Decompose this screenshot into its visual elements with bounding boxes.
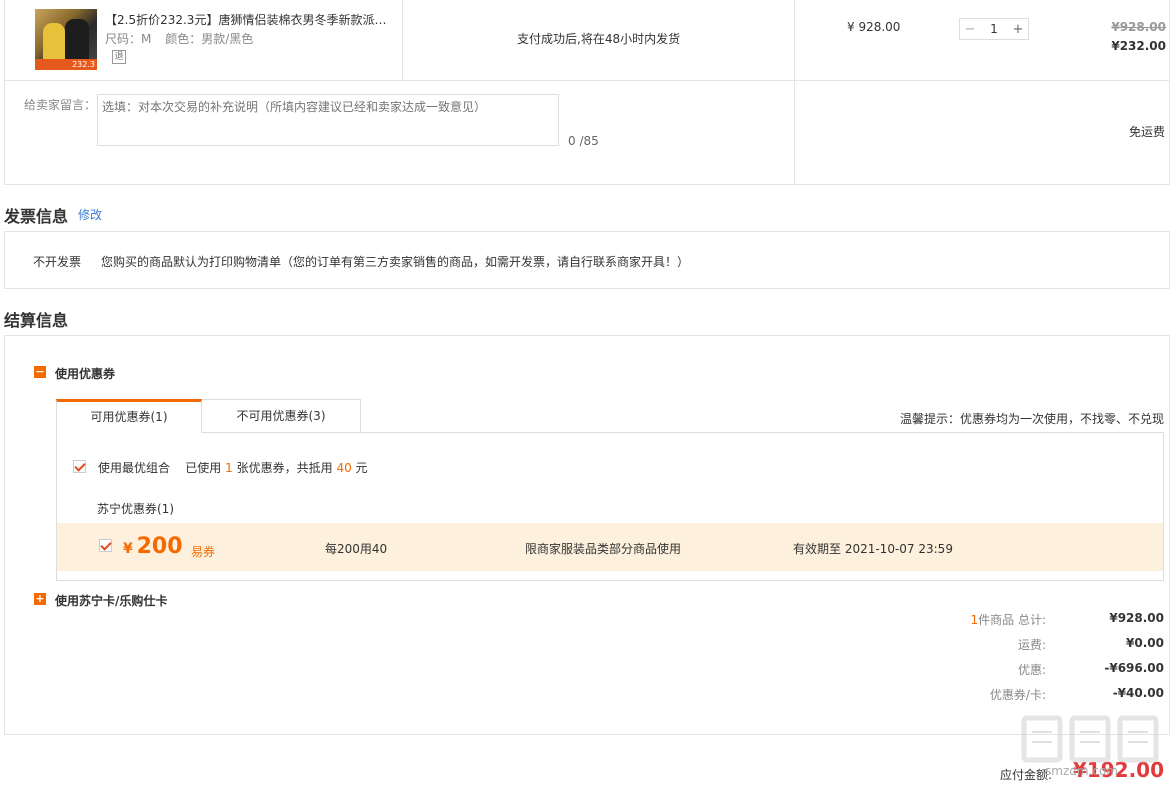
coupon-toggle-label[interactable]: 使用优惠券 [55,365,115,382]
invoice-type: 不开发票 [33,255,82,269]
checkout-page: 232.3 【2.5折价232.3元】唐狮情侣装棉衣男冬季新款派… 尺码：M 颜… [0,0,1170,790]
tab-available-coupons[interactable]: 可用优惠券(1) [56,399,202,433]
coupon-checkbox[interactable] [99,539,112,552]
used-mid: 张优惠券，共抵用 [236,461,333,475]
invoice-section: 不开发票 您购买的商品默认为打印购物清单（您的订单有第三方卖家销售的商品，如需开… [4,231,1170,289]
summary-discount-value: -¥696.00 [1104,661,1164,675]
coupon-expiry: 有效期至 2021-10-07 23:59 [793,542,953,556]
summary-freight-value: ¥0.00 [1126,636,1164,650]
thumbnail-price-tag: 232.3 [35,59,97,70]
coupon-currency: ¥ [123,541,133,557]
coupon-value: 200 [136,534,183,559]
summary-count-label: 件商品 总计: [978,613,1046,627]
used-prefix: 已使用 [185,461,222,475]
coupon-panel: 使用最优组合 已使用 1 张优惠券，共抵用 40 元 苏宁优惠券(1) ¥ 20… [56,432,1164,581]
best-combo-text: 使用最优组合 [98,461,171,475]
original-price: ¥928.00 [1111,20,1166,34]
summary-coupon-value: -¥40.00 [1112,686,1164,700]
summary-freight-label: 运费: [1017,638,1046,652]
quantity-decrease-button[interactable]: − [960,22,980,37]
tab-unavailable-coupons[interactable]: 不可用优惠券(3) [201,399,361,433]
summary-total-value: ¥928.00 [1109,611,1164,625]
quantity-stepper: − 1 + [959,18,1029,40]
divider [794,0,795,185]
quantity-input[interactable]: 1 [980,22,1008,36]
coupon-scope: 限商家服装品类部分商品使用 [525,542,682,556]
refund-icon: 退 [112,50,126,64]
summary-coupon-label: 优惠券/卡: [989,688,1046,702]
quantity-increase-button[interactable]: + [1008,22,1028,37]
seller-message-label: 给卖家留言： [24,98,97,112]
order-item-row: 232.3 【2.5折价232.3元】唐狮情侣装棉衣男冬季新款派… 尺码：M 颜… [5,0,1170,81]
coupon-item[interactable]: ¥ 200 易券 每200用40 限商家服装品类部分商品使用 有效期至 2021… [57,523,1163,571]
coupon-kind: 易券 [191,545,216,559]
divider [402,0,403,81]
summary-total-label: 1件商品 总计: [971,611,1047,628]
thumbnail-figure-black [65,19,89,63]
watermark-logo-icon [1021,715,1159,763]
unit-price: ¥ 928.00 [847,20,901,34]
watermark-site: smzdm.com [1045,764,1118,778]
product-spec: 尺码：M 颜色：男款/黑色 [105,30,263,47]
used-amount: 40 [336,461,352,475]
store-coupons-label: 苏宁优惠券(1) [97,502,174,516]
used-count: 1 [225,461,233,475]
best-combo-checkbox[interactable] [73,460,86,473]
summary-discount-label: 优惠: [1017,663,1046,677]
product-thumbnail[interactable]: 232.3 [35,9,97,70]
deal-price: ¥232.00 [1111,39,1166,53]
invoice-description: 您购买的商品默认为打印购物清单（您的订单有第三方卖家销售的商品，如需开发票，请自… [101,255,690,269]
invoice-section-title: 发票信息 [4,207,69,226]
thumbnail-figure-yellow [43,23,65,63]
product-size: 尺码：M [105,32,152,46]
product-color: 颜色：男款/黑色 [165,32,254,46]
coupon-amount: ¥ 200 [123,534,183,559]
best-combo-label: 使用最优组合 已使用 1 张优惠券，共抵用 40 元 [98,459,368,476]
summary-item-count: 1 [970,613,979,627]
invoice-edit-link[interactable]: 修改 [78,206,102,223]
free-shipping-label: 免运费 [1128,125,1165,139]
collapse-coupon-button[interactable]: − [34,366,46,378]
order-item-section: 232.3 【2.5折价232.3元】唐狮情侣装棉衣男冬季新款派… 尺码：M 颜… [4,0,1170,185]
coupon-tip: 温馨提示：优惠券均为一次使用，不找零、不兑现 [899,412,1164,426]
message-char-count: 0 /85 [568,134,599,148]
coupon-rule: 每200用40 [325,542,388,556]
card-toggle-label[interactable]: 使用苏宁卡/乐购仕卡 [55,592,167,609]
used-unit: 元 [355,461,368,475]
settlement-section-title: 结算信息 [4,311,69,330]
expand-card-button[interactable]: + [34,593,46,605]
seller-message-input[interactable] [97,94,559,146]
shipping-note: 支付成功后,将在48小时内发货 [517,32,681,46]
product-title-link[interactable]: 【2.5折价232.3元】唐狮情侣装棉衣男冬季新款派… [105,11,395,28]
